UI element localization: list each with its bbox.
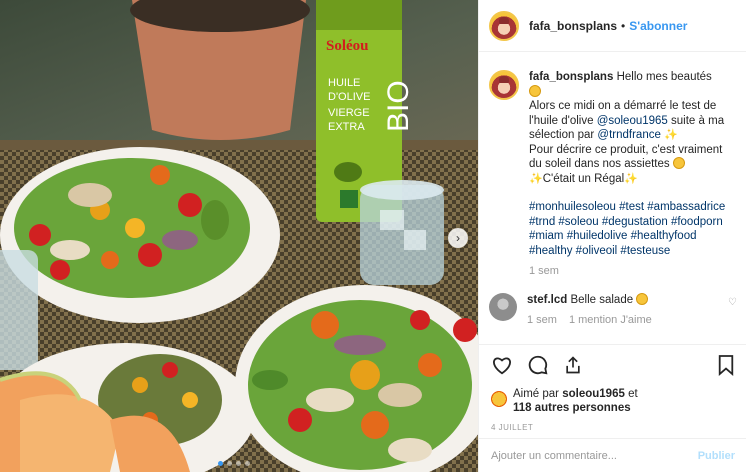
post-header: fafa_bonsplans • S'abonner	[479, 0, 746, 52]
bottle-text-2: D'OLIVE	[328, 91, 370, 103]
food-photo-illustration: Soléou HUILE D'OLIVE VIERGE EXTRA BIO	[0, 0, 478, 472]
sparkles-icon: ✨	[624, 172, 638, 185]
carousel-dot	[245, 461, 250, 466]
grin-emoji-icon	[636, 292, 649, 305]
caption-body: fafa_bonsplans Hello mes beautés Alors c…	[529, 70, 735, 279]
bottle-text-1: HUILE	[328, 77, 360, 89]
caption-hashtags[interactable]: #monhuilesoleou #test #ambassadrice #trn…	[529, 201, 725, 257]
like-heart-icon[interactable]	[491, 354, 513, 379]
post-photo[interactable]: Soléou HUILE D'OLIVE VIERGE EXTRA BIO ›	[0, 0, 478, 472]
post-actions: Aimé par soleou1965 et 118 autres person…	[479, 344, 746, 432]
heart-eyes-emoji-icon	[529, 84, 541, 97]
mention-trndfrance[interactable]: @trndfrance	[597, 129, 660, 141]
caption-line3: C'était un Régal	[542, 172, 625, 185]
comment-bubble-icon[interactable]	[527, 354, 549, 379]
comment-input[interactable]: Ajouter un commentaire...	[491, 450, 698, 462]
avatar[interactable]	[489, 10, 519, 41]
carousel-dot	[227, 461, 232, 466]
caption-time: 1 sem	[529, 265, 559, 277]
likes-summary: Aimé par soleou1965 et 118 autres person…	[491, 387, 735, 415]
avatar[interactable]	[489, 70, 519, 100]
caption-greeting: Hello mes beautés	[616, 71, 712, 83]
post-side-panel: fafa_bonsplans • S'abonner fafa_bonsplan…	[478, 0, 746, 472]
chevron-right-icon: ›	[456, 231, 460, 245]
liked-by-suffix: et	[624, 388, 638, 400]
comment-likes[interactable]: 1 mention J'aime	[569, 313, 652, 328]
mention-soleou[interactable]: @soleou1965	[597, 115, 668, 127]
liked-by-user[interactable]: soleou1965	[562, 388, 625, 400]
post-date: 4 JUILLET	[491, 423, 534, 432]
comment-like-heart-icon[interactable]: ♡	[728, 297, 737, 308]
bottle-brand: Soléou	[326, 38, 369, 54]
bottle-text-4: EXTRA	[328, 121, 365, 133]
comment-username[interactable]: stef.lcd	[527, 294, 567, 306]
bottle-text-3: VIERGE	[328, 107, 370, 119]
carousel-dots	[218, 461, 250, 466]
sparkles-icon: ✨	[529, 172, 543, 185]
comment-time: 1 sem	[527, 314, 557, 326]
carousel-dot	[218, 461, 223, 466]
caption-line2: Pour décrire ce produit, c'est vraiment …	[529, 143, 723, 171]
post-username[interactable]: fafa_bonsplans	[529, 19, 617, 33]
carousel-dot	[236, 461, 241, 466]
follow-button[interactable]: S'abonner	[629, 19, 687, 33]
bottle-bio: BIO	[382, 80, 415, 132]
comments-section: fafa_bonsplans Hello mes beautés Alors c…	[479, 52, 746, 344]
liked-by-prefix: Aimé par	[513, 388, 563, 400]
comment-text: Belle salade	[570, 293, 634, 306]
liked-by-others[interactable]: 118 autres personnes	[513, 402, 631, 414]
caption-username[interactable]: fafa_bonsplans	[529, 71, 613, 83]
yum-emoji-icon	[672, 157, 685, 169]
header-separator: •	[621, 18, 626, 33]
next-photo-button[interactable]: ›	[448, 228, 468, 248]
bookmark-icon[interactable]	[717, 354, 735, 379]
add-comment-bar: Ajouter un commentaire... Publier	[479, 438, 746, 472]
avatar[interactable]	[491, 391, 507, 407]
comment-item: stef.lcd Belle salade 1 sem 1 mention J'…	[489, 292, 737, 328]
caption: fafa_bonsplans Hello mes beautés Alors c…	[489, 70, 737, 279]
comment-body: stef.lcd Belle salade 1 sem 1 mention J'…	[527, 292, 717, 328]
sparkles-icon: ✨	[664, 129, 678, 141]
avatar[interactable]	[489, 292, 517, 321]
publish-button[interactable]: Publier	[698, 450, 735, 462]
share-icon[interactable]	[563, 354, 583, 379]
